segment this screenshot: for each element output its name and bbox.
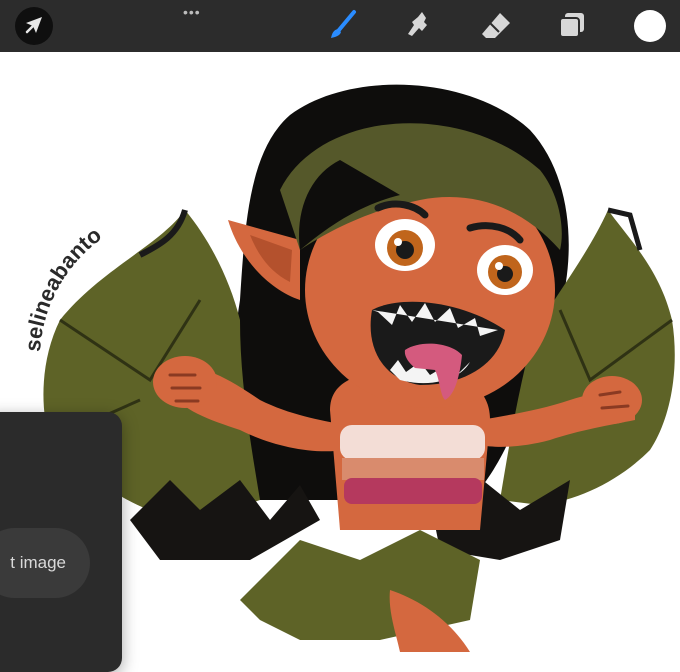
layers-icon <box>559 13 584 38</box>
insert-image-button[interactable]: t image <box>0 528 90 598</box>
brush-tool-button[interactable] <box>322 6 362 46</box>
watermark-text: selineabanto <box>20 222 106 353</box>
artist-watermark: selineabanto <box>20 222 106 353</box>
smudge-tool-button[interactable] <box>398 6 438 46</box>
eraser-tool-button[interactable] <box>476 6 516 46</box>
actions-button[interactable] <box>14 6 54 46</box>
eraser-icon <box>482 13 510 38</box>
color-swatch-icon <box>634 10 666 42</box>
top-toolbar: ••• <box>0 0 680 52</box>
smudge-icon <box>408 12 427 36</box>
brush-icon <box>331 10 356 38</box>
color-swatch-button[interactable] <box>630 6 670 46</box>
insert-image-label: t image <box>10 553 66 572</box>
layers-button[interactable] <box>552 6 592 46</box>
cursor-arrow-icon <box>15 7 53 45</box>
svg-text:selineabanto: selineabanto <box>20 222 106 353</box>
more-options-button[interactable]: ••• <box>183 4 201 20</box>
